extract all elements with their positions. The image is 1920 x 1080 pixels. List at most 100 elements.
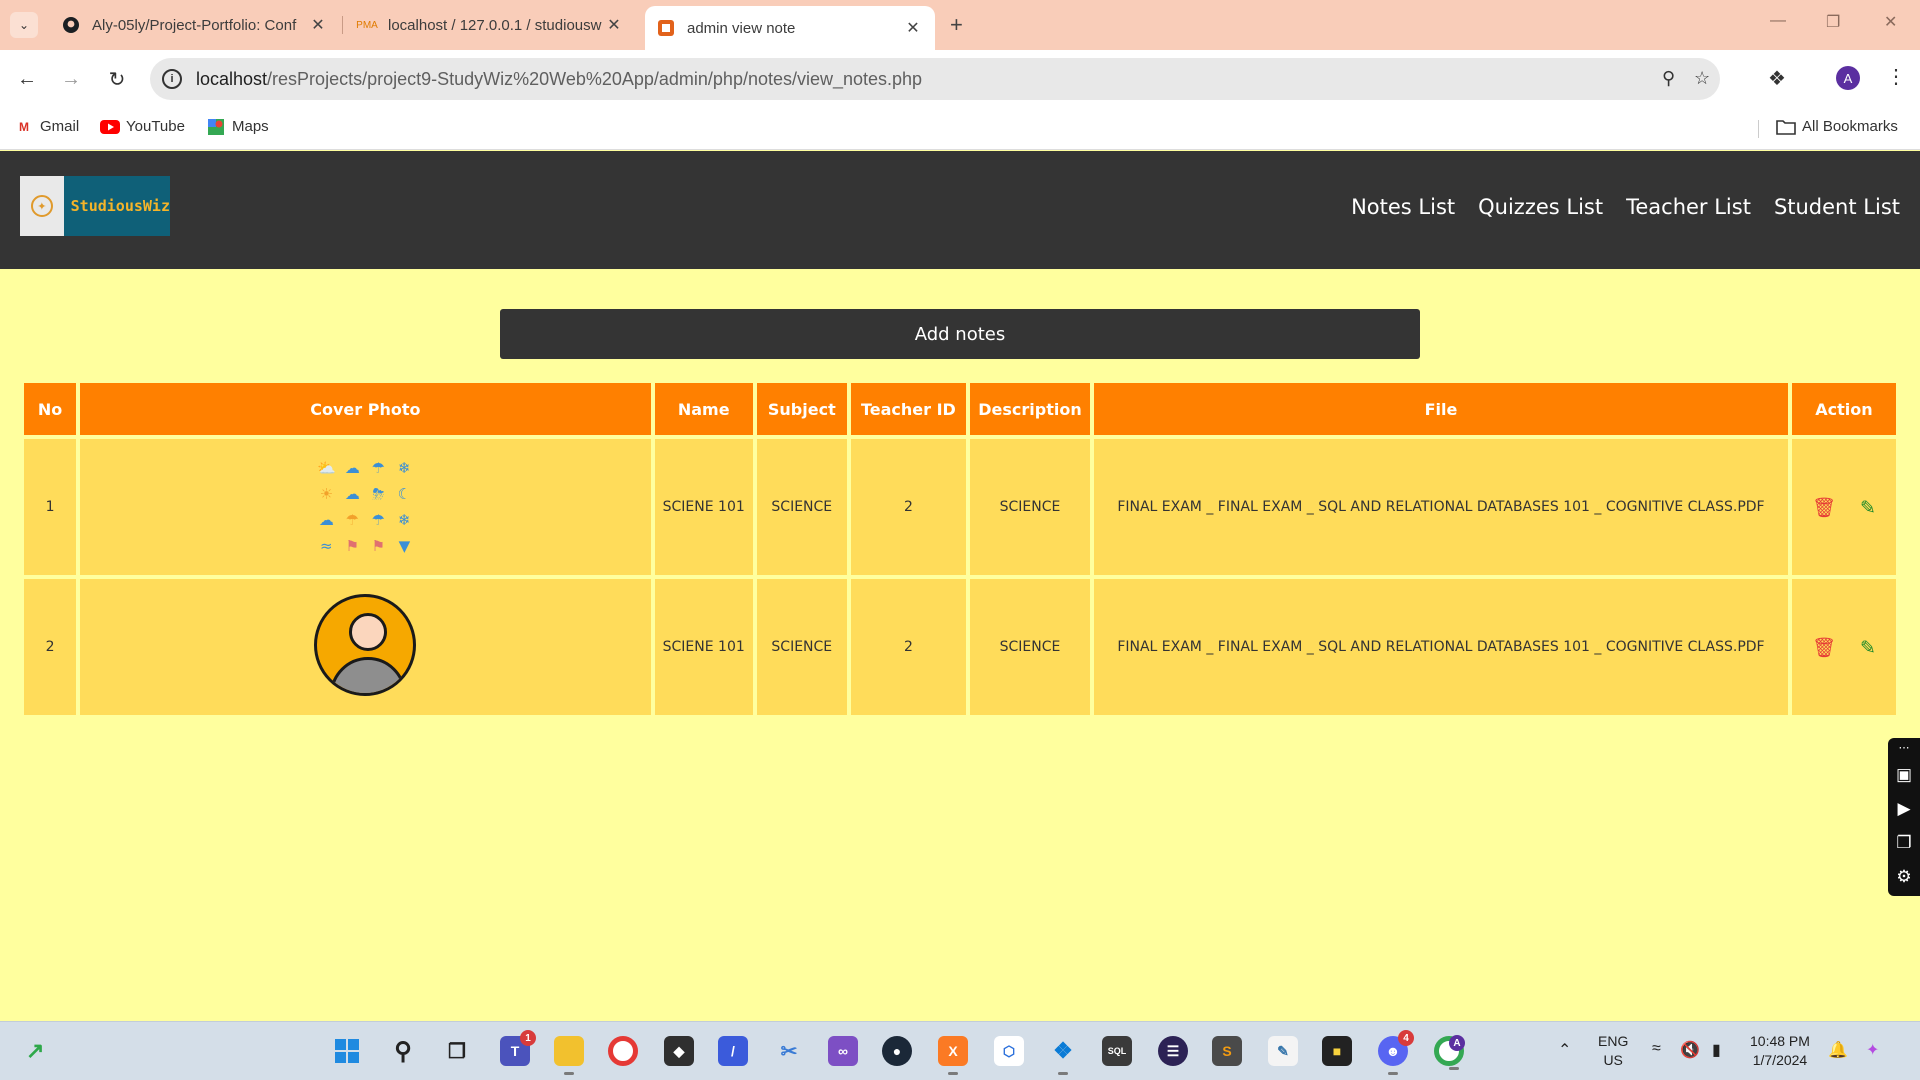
tab-title: admin view note (687, 19, 796, 37)
file-explorer-icon[interactable] (554, 1036, 584, 1075)
close-tab-icon[interactable]: ✕ (903, 18, 923, 38)
browser-tab-strip: ⌄ Aly-05ly/Project-Portfolio: Conf ✕ PMA… (0, 0, 1920, 50)
cell-file[interactable]: FINAL EXAM _ FINAL EXAM _ SQL AND RELATI… (1094, 579, 1788, 715)
browser-toolbar: ← → ↻ i localhost/resProjects/project9-S… (0, 50, 1920, 108)
cell-no: 1 (24, 439, 77, 575)
all-bookmarks[interactable]: All Bookmarks (1776, 118, 1898, 135)
chrome-profile-icon[interactable]: A (1434, 1035, 1465, 1070)
start-windows-icon[interactable] (332, 1036, 362, 1066)
python-file-icon[interactable]: ✎ (1268, 1036, 1298, 1066)
clock[interactable]: 10:48 PM 1/7/2024 (1750, 1032, 1810, 1070)
browser-menu-icon[interactable]: ⋮ (1886, 64, 1906, 89)
delete-trash-icon[interactable]: 🗑 (1812, 636, 1836, 659)
reload-icon[interactable]: ↻ (102, 64, 132, 94)
site-header: ✦ StudiousWiz Notes List Quizzes List Te… (0, 151, 1920, 269)
visual-paradigm-icon[interactable]: / (718, 1036, 748, 1066)
stocks-widget-icon[interactable]: ↗ (26, 1038, 56, 1066)
delete-trash-icon[interactable]: 🗑 (1812, 496, 1836, 519)
table-row: 1 ⛅ ☁ ☂ ❄ ☀ ☁ ⛈ ☾ ☁ ☂ ☂ ❄ ≈ ⚑ ⚑ ▼ SCIENE 101 SCIENCE… (24, 439, 1896, 575)
discord-icon[interactable]: ☻ 4 (1378, 1030, 1414, 1075)
notification-bell-icon[interactable]: 🔔 (1828, 1040, 1848, 1060)
bookmark-maps[interactable]: Maps (206, 118, 269, 135)
sticky-notes-icon[interactable]: ■ (1322, 1036, 1352, 1066)
sql-developer-icon[interactable]: SQL (1102, 1036, 1132, 1066)
search-icon[interactable]: ⚲ (388, 1036, 418, 1066)
url-path: /resProjects/project9-StudyWiz%20Web%20A… (267, 69, 923, 89)
maps-icon (206, 118, 226, 135)
tab-github[interactable]: Aly-05ly/Project-Portfolio: Conf ✕ (50, 6, 340, 44)
unity-icon[interactable]: ◆ (664, 1036, 694, 1066)
battery-icon[interactable]: ▮ (1712, 1040, 1721, 1060)
windows-taskbar: ↗ ⚲ ❐ T1 ◆ / ✂ ∞ ● X ⬡ ❖ SQL ☰ S ✎ ■ ☻ 4 … (0, 1021, 1920, 1080)
all-bookmarks-label: All Bookmarks (1802, 118, 1898, 135)
url-text[interactable]: localhost/resProjects/project9-StudyWiz%… (196, 69, 922, 90)
edit-icon[interactable]: ✎ (1860, 497, 1876, 519)
site-info-icon[interactable]: i (162, 69, 182, 89)
add-notes-button[interactable]: Add notes (500, 309, 1420, 359)
header-no: No (24, 383, 77, 435)
hexagon-app-icon[interactable]: ⬡ (994, 1036, 1024, 1066)
chrome-icon[interactable] (608, 1036, 638, 1066)
window-capture-icon[interactable]: ❐ (1888, 826, 1920, 860)
snipping-tool-icon[interactable]: ✂ (774, 1036, 804, 1066)
site-logo[interactable]: ✦ StudiousWiz (20, 176, 170, 236)
edit-icon[interactable]: ✎ (1860, 637, 1876, 659)
copilot-icon[interactable]: ✦ (1866, 1040, 1879, 1060)
steam-icon[interactable]: ● (882, 1036, 912, 1066)
nav-notes-list[interactable]: Notes List (1351, 195, 1455, 219)
cell-no: 2 (24, 579, 77, 715)
teams-badge: 1 (520, 1030, 536, 1046)
nav-quizzes-list[interactable]: Quizzes List (1478, 195, 1603, 219)
vscode-icon[interactable]: ❖ (1048, 1036, 1078, 1075)
profile-avatar[interactable]: A (1836, 66, 1860, 90)
teams-icon[interactable]: T1 (500, 1030, 536, 1066)
close-window-icon[interactable]: ✕ (1884, 12, 1897, 32)
cell-file[interactable]: FINAL EXAM _ FINAL EXAM _ SQL AND RELATI… (1094, 439, 1788, 575)
folder-icon (1776, 119, 1796, 135)
cell-teacher-id: 2 (850, 579, 966, 715)
bookmark-youtube[interactable]: YouTube (100, 118, 185, 135)
camera-icon[interactable]: ▣ (1888, 758, 1920, 792)
eclipse-icon[interactable]: ☰ (1158, 1036, 1188, 1066)
discord-badge: 4 (1398, 1030, 1414, 1046)
weather-icons-image: ⛅ ☁ ☂ ❄ ☀ ☁ ⛈ ☾ ☁ ☂ ☂ ❄ ≈ ⚑ ⚑ ▼ (317, 459, 412, 555)
new-tab-icon[interactable]: + (950, 12, 963, 38)
xampp-icon[interactable]: X (938, 1036, 968, 1075)
nav-teacher-list[interactable]: Teacher List (1626, 195, 1751, 219)
tab-divider (342, 16, 343, 34)
volume-muted-icon[interactable]: 🔇 (1680, 1040, 1700, 1060)
cell-teacher-id: 2 (850, 439, 966, 575)
region-code: US (1603, 1052, 1623, 1068)
close-tab-icon[interactable]: ✕ (308, 15, 328, 35)
settings-gear-icon[interactable]: ⚙ (1888, 860, 1920, 894)
main-nav: Notes List Quizzes List Teacher List Stu… (1351, 195, 1900, 219)
back-arrow-icon[interactable]: ← (12, 64, 42, 94)
language-indicator[interactable]: ENG US (1598, 1032, 1628, 1070)
header-teacher-id: Teacher ID (850, 383, 966, 435)
widget-menu-icon[interactable]: ⋯ (1888, 738, 1920, 758)
user-avatar-image (314, 594, 417, 696)
wifi-icon[interactable]: ≈ (1652, 1040, 1661, 1058)
close-tab-icon[interactable]: ✕ (604, 15, 624, 35)
address-bar[interactable]: i localhost/resProjects/project9-StudyWi… (150, 58, 1720, 100)
task-view-icon[interactable]: ❐ (442, 1036, 472, 1066)
tab-phpmyadmin[interactable]: PMA localhost / 127.0.0.1 / studiousw ✕ (346, 6, 636, 44)
cell-cover-photo: ⛅ ☁ ☂ ❄ ☀ ☁ ⛈ ☾ ☁ ☂ ☂ ❄ ≈ ⚑ ⚑ ▼ (80, 439, 651, 575)
github-icon (62, 16, 80, 34)
tab-admin-view-note[interactable]: admin view note ✕ (645, 6, 935, 50)
forward-arrow-icon[interactable]: → (56, 64, 86, 94)
minimize-icon[interactable]: — (1770, 12, 1786, 30)
extensions-puzzle-icon[interactable]: ❖ (1768, 66, 1786, 91)
header-description: Description (969, 383, 1091, 435)
tab-search-chevron-icon[interactable]: ⌄ (10, 12, 38, 38)
restore-icon[interactable]: ❐ (1826, 12, 1840, 32)
zoom-icon[interactable]: ⚲ (1662, 68, 1675, 89)
video-camera-icon[interactable]: ▶ (1888, 792, 1920, 826)
nav-student-list[interactable]: Student List (1774, 195, 1900, 219)
bookmark-star-icon[interactable]: ☆ (1694, 68, 1710, 89)
tray-chevron-up-icon[interactable]: ⌃ (1558, 1040, 1571, 1060)
visual-studio-icon[interactable]: ∞ (828, 1036, 858, 1066)
cell-description: SCIENCE (969, 439, 1091, 575)
sublime-text-icon[interactable]: S (1212, 1036, 1242, 1066)
bookmark-gmail[interactable]: M Gmail (14, 118, 79, 135)
